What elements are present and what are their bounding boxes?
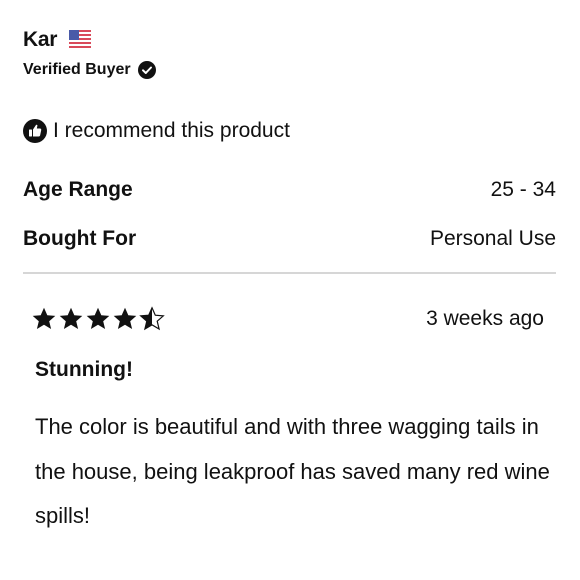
attribute-row-age-range: Age Range 25 - 34 (23, 175, 556, 205)
attribute-label: Bought For (23, 227, 137, 250)
attribute-row-bought-for: Bought For Personal Use (23, 224, 556, 254)
recommendation-text: I recommend this product (53, 119, 290, 142)
reviewer-info: Kar Verified Buyer (23, 26, 156, 82)
verified-buyer-row: Verified Buyer (23, 58, 156, 82)
review-body: The color is beautiful and with three wa… (35, 414, 550, 528)
rating-row: 3 weeks ago (31, 303, 544, 335)
attribute-value: 25 - 34 (490, 178, 556, 201)
attribute-value: Personal Use (429, 227, 556, 250)
verified-buyer-label: Verified Buyer (23, 61, 131, 78)
review-card: Kar Verified Buyer I recommend this prod… (0, 0, 580, 580)
star-filled-icon (85, 306, 111, 332)
attribute-label: Age Range (23, 178, 133, 201)
star-filled-icon (58, 306, 84, 332)
review-title: Stunning! (35, 358, 133, 381)
star-filled-icon (31, 306, 57, 332)
reviewer-name: Kar (23, 28, 58, 51)
recommendation-row: I recommend this product (23, 117, 290, 145)
star-rating (31, 306, 165, 332)
star-half-icon (139, 306, 165, 332)
review-date: 3 weeks ago (426, 307, 544, 330)
thumbs-up-icon (23, 119, 47, 143)
us-flag-icon (69, 30, 92, 50)
reviewer-name-row: Kar (23, 26, 156, 54)
checkmark-badge-icon (137, 61, 156, 79)
star-filled-icon (112, 306, 138, 332)
section-divider (23, 272, 556, 274)
